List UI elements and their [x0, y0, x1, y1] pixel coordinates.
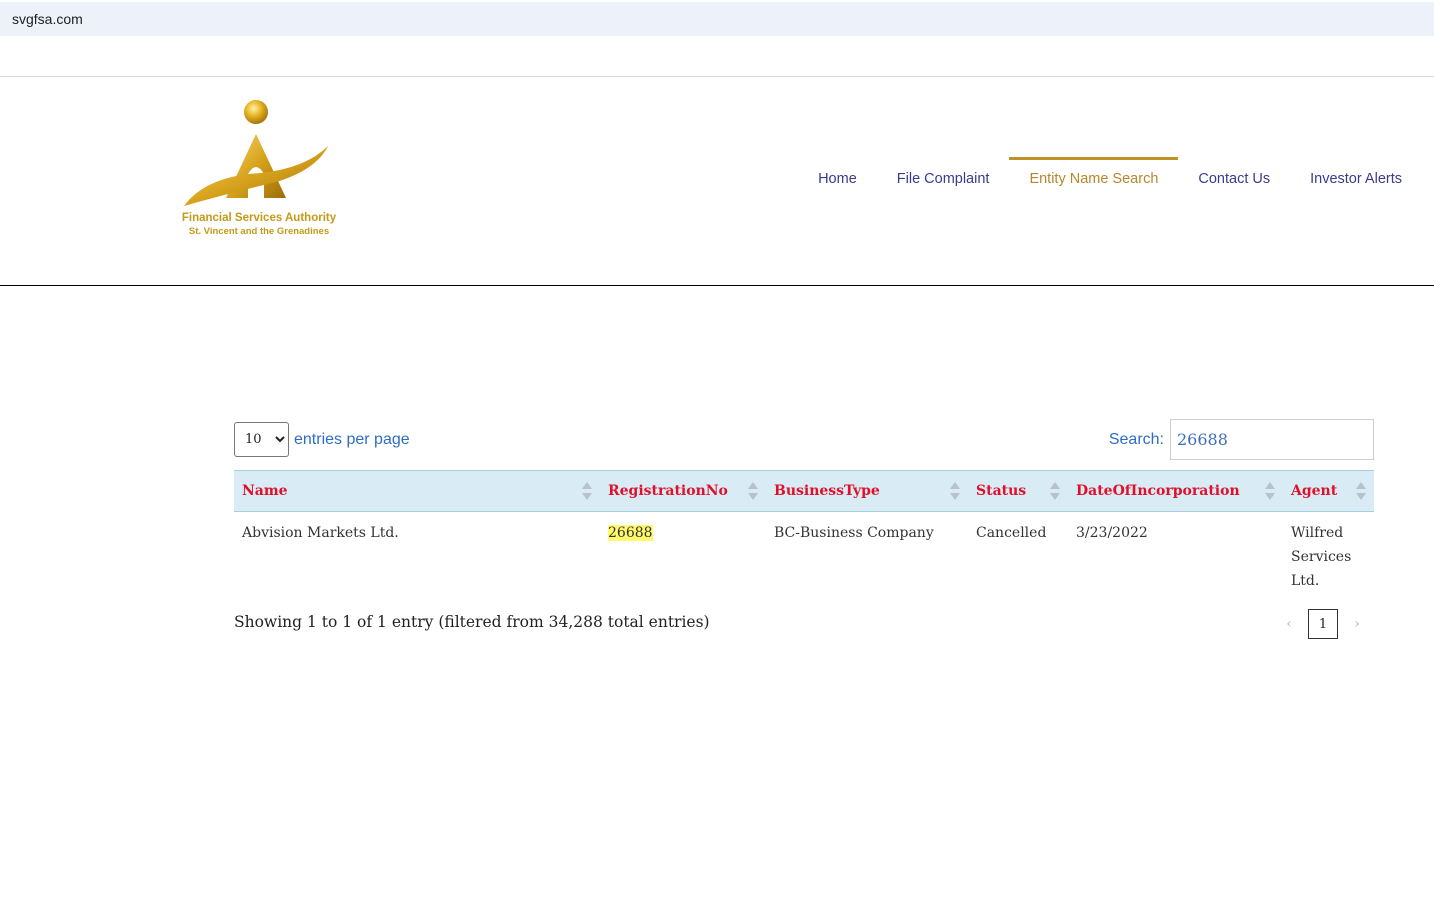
table-info: Showing 1 to 1 of 1 entry (filtered from…: [234, 613, 710, 631]
cell-status: Cancelled: [976, 525, 1047, 541]
url-text: svgfsa.com: [12, 11, 83, 27]
cell-name: Abvision Markets Ltd.: [242, 525, 399, 541]
cell-date-of-incorporation: 3/23/2022: [1076, 525, 1148, 541]
table-row: Abvision Markets Ltd. 26688 BC-Business …: [234, 512, 1374, 604]
nav-home[interactable]: Home: [798, 157, 877, 205]
entries-per-page-label: entries per page: [294, 430, 410, 448]
search-label: Search:: [1108, 430, 1164, 448]
pagination: ‹ 1 ›: [1281, 609, 1365, 639]
page-1-button[interactable]: 1: [1308, 609, 1338, 639]
column-header-status[interactable]: Status: [968, 470, 1068, 512]
search-highlight: 26688: [608, 525, 653, 541]
fsa-logo[interactable]: Financial Services Authority St. Vincent…: [166, 98, 352, 243]
table-controls: 10 entries per page Search:: [234, 419, 1374, 460]
nav-file-complaint[interactable]: File Complaint: [877, 157, 1010, 205]
logo-subtitle: St. Vincent and the Grenadines: [188, 226, 330, 237]
sort-icon: [1356, 482, 1366, 500]
sort-icon: [748, 482, 758, 500]
nav-entity-name-search[interactable]: Entity Name Search: [1009, 157, 1179, 205]
address-bar[interactable]: svgfsa.com: [0, 2, 1434, 36]
column-header-registration-no[interactable]: RegistrationNo: [600, 470, 766, 512]
search-input[interactable]: [1170, 419, 1374, 460]
entries-per-page-select[interactable]: 10: [234, 422, 289, 457]
entity-results-table: Name RegistrationNo BusinessType Status …: [234, 470, 1374, 603]
table-header-row: Name RegistrationNo BusinessType Status …: [234, 470, 1374, 512]
entries-per-page: 10 entries per page: [234, 422, 410, 457]
browser-divider: [0, 76, 1434, 77]
column-header-agent[interactable]: Agent: [1283, 470, 1374, 512]
next-page-button[interactable]: ›: [1349, 616, 1365, 632]
header-divider: [0, 285, 1434, 286]
column-header-business-type[interactable]: BusinessType: [766, 470, 968, 512]
prev-page-button[interactable]: ‹: [1281, 616, 1297, 632]
logo-title: Financial Services Authority: [181, 212, 337, 224]
table-search: Search:: [1109, 419, 1374, 460]
column-header-name[interactable]: Name: [234, 470, 600, 512]
main-nav: Home File Complaint Entity Name Search C…: [798, 157, 1422, 205]
logo-emblem-icon: [184, 100, 328, 206]
cell-agent: Wilfred Services Ltd.: [1291, 525, 1352, 589]
sort-icon: [950, 482, 960, 500]
column-header-date-of-incorporation[interactable]: DateOfIncorporation: [1068, 470, 1283, 512]
cell-registration-no: 26688: [600, 512, 766, 604]
sort-icon: [1265, 482, 1275, 500]
nav-investor-alerts[interactable]: Investor Alerts: [1290, 157, 1422, 205]
sort-icon: [582, 482, 592, 500]
cell-business-type: BC-Business Company: [774, 525, 934, 541]
sort-icon: [1050, 482, 1060, 500]
nav-contact-us[interactable]: Contact Us: [1178, 157, 1290, 205]
